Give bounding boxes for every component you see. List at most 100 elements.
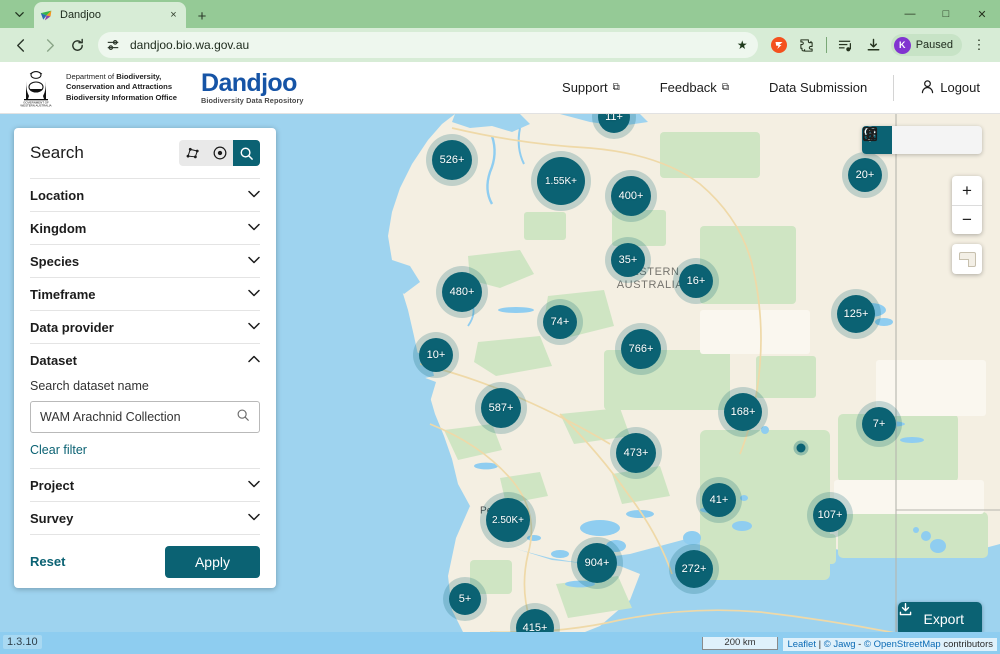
radius-draw-icon[interactable] [206, 140, 233, 166]
dataset-search-input[interactable]: WAM Arachnid Collection [30, 401, 260, 433]
search-panel: Search Location Kingdom Species Timefram… [14, 128, 276, 588]
export-label: Export [923, 611, 964, 627]
accordion-species[interactable]: Species [30, 244, 260, 277]
list-view-button[interactable] [863, 126, 922, 154]
search-icon[interactable] [236, 408, 250, 427]
attribution-jawg-link[interactable]: © Jawg [824, 639, 856, 650]
map-cluster-marker[interactable]: 587+ [481, 388, 521, 428]
map-cluster-marker[interactable]: 16+ [679, 264, 713, 298]
zoom-in-button[interactable]: + [952, 176, 982, 205]
layers-icon [958, 251, 976, 267]
accordion-location[interactable]: Location [30, 178, 260, 211]
new-tab-button[interactable]: + [190, 4, 214, 28]
profile-chip[interactable]: K Paused [890, 34, 962, 56]
map-cluster-marker[interactable]: 400+ [611, 176, 651, 216]
brand-block: GOVERNMENT OF WESTERN AUSTRALIA Departme… [16, 69, 304, 107]
accordion-timeframe-label: Timeframe [30, 286, 96, 302]
map-cluster-marker[interactable]: 20+ [848, 158, 882, 192]
tab-search-icon[interactable] [6, 2, 32, 26]
export-button[interactable]: Export [897, 602, 982, 636]
nav-link-support-label: Support [562, 80, 608, 95]
map-cluster-marker[interactable]: 7+ [862, 407, 896, 441]
main-map-area: WESTERNAUSTRALIA Perth 11+526+1.55K+400+… [0, 114, 1000, 654]
map-cluster-marker[interactable]: 480+ [442, 272, 482, 312]
attribution-osm-link[interactable]: © OpenStreetMap [864, 639, 941, 650]
window-close-button[interactable]: ✕ [964, 0, 1000, 28]
nav-link-data-submission[interactable]: Data Submission [749, 80, 887, 95]
grid-view-button[interactable] [862, 126, 982, 154]
nav-link-data-submission-label: Data Submission [768, 80, 868, 95]
accordion-project[interactable]: Project [30, 468, 260, 501]
tab-close-icon[interactable]: × [167, 9, 180, 21]
accordion-timeframe[interactable]: Timeframe [30, 277, 260, 310]
map-cluster-marker[interactable]: 526+ [432, 140, 472, 180]
attribution-dash: - [855, 639, 864, 650]
map-cluster-marker[interactable]: 125+ [837, 295, 875, 333]
reading-list-icon[interactable] [833, 32, 859, 58]
search-panel-title: Search [30, 143, 84, 162]
reset-button[interactable]: Reset [30, 554, 65, 569]
nav-link-feedback[interactable]: Feedback ⧉ [640, 80, 749, 95]
map-cluster-marker[interactable]: 766+ [621, 329, 661, 369]
zoom-out-button[interactable]: − [952, 205, 982, 234]
layers-button[interactable] [952, 244, 982, 274]
map-cluster-marker[interactable]: 35+ [611, 243, 645, 277]
accordion-survey[interactable]: Survey [30, 501, 260, 534]
window-maximize-button[interactable]: □ [928, 0, 964, 28]
back-icon[interactable] [8, 32, 34, 58]
attribution-leaflet-link[interactable]: Leaflet [787, 639, 816, 650]
puzzle-icon[interactable] [794, 32, 820, 58]
logout-button[interactable]: Logout [900, 79, 984, 97]
clear-filter-link[interactable]: Clear filter [30, 443, 260, 468]
accordion-dataset[interactable]: Dataset [30, 343, 260, 376]
browser-menu-icon[interactable]: ⋮ [966, 32, 992, 58]
accordion-project-label: Project [30, 477, 75, 493]
map-cluster-marker[interactable]: 1.55K+ [537, 157, 585, 205]
species-view-button[interactable] [863, 126, 952, 154]
extension-orange-icon[interactable] [766, 32, 792, 58]
external-link-icon: ⧉ [721, 82, 729, 93]
department-line-2: Conservation and Attractions [66, 82, 173, 92]
apply-button[interactable]: Apply [164, 545, 260, 578]
chevron-up-icon [248, 355, 260, 366]
map-cluster-marker[interactable]: 272+ [675, 550, 713, 588]
map-cluster-marker[interactable]: 107+ [813, 498, 847, 532]
browser-tab-strip: Dandjoo × + — □ ✕ [0, 0, 1000, 28]
search-icon[interactable] [233, 140, 260, 166]
map-cluster-marker[interactable]: 41+ [702, 483, 736, 517]
map-cluster-marker[interactable]: 168+ [724, 393, 762, 431]
bookmark-star-icon[interactable]: ★ [737, 38, 748, 52]
window-minimize-button[interactable]: — [892, 0, 928, 28]
window-controls: — □ ✕ [892, 0, 1000, 28]
map-attribution: Leaflet | © Jawg - © OpenStreetMap contr… [783, 638, 997, 651]
map-scale-bar: 200 km [702, 637, 778, 650]
attribution-tail: contributors [940, 639, 993, 650]
dandjoo-logo[interactable]: Dandjoo Biodiversity Data Repository [201, 70, 304, 105]
nav-link-feedback-label: Feedback [659, 80, 717, 95]
forward-icon[interactable] [36, 32, 62, 58]
map-cluster-marker[interactable]: 5+ [449, 583, 481, 615]
map-cluster-marker[interactable]: 904+ [577, 543, 617, 583]
map-cluster-marker[interactable]: 473+ [616, 433, 656, 473]
nav-link-support[interactable]: Support ⧉ [542, 80, 640, 95]
reload-icon[interactable] [64, 32, 90, 58]
browser-tab[interactable]: Dandjoo × [34, 2, 186, 28]
map-point-marker[interactable] [796, 443, 806, 453]
accordion-location-label: Location [30, 187, 85, 203]
accordion-survey-label: Survey [30, 510, 74, 526]
chevron-down-icon [248, 256, 260, 267]
map-cluster-marker[interactable]: 74+ [543, 305, 577, 339]
downloads-icon[interactable] [861, 32, 887, 58]
address-bar[interactable]: dandjoo.bio.wa.gov.au ★ [98, 32, 758, 58]
dandjoo-favicon [40, 9, 53, 22]
accordion-kingdom[interactable]: Kingdom [30, 211, 260, 244]
user-icon [920, 79, 935, 97]
accordion-data-provider[interactable]: Data provider [30, 310, 260, 343]
toolbar-divider [825, 37, 827, 53]
map-cluster-marker[interactable]: 2.50K+ [486, 498, 530, 542]
site-settings-icon[interactable] [104, 36, 122, 54]
footer-bar: 1.3.10 200 km Leaflet | © Jawg - © OpenS… [0, 632, 1000, 654]
dataset-search-input-value: WAM Arachnid Collection [40, 410, 181, 424]
polygon-draw-icon[interactable] [179, 140, 206, 166]
map-cluster-marker[interactable]: 10+ [419, 338, 453, 372]
